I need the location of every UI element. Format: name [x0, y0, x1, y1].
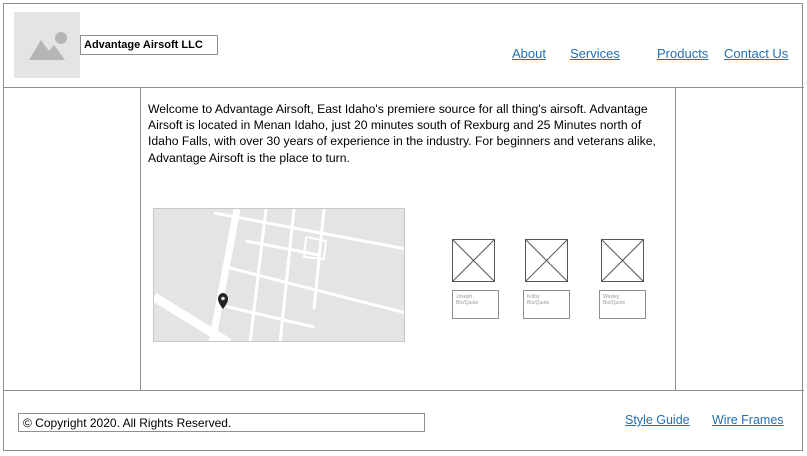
footer-divider [3, 390, 804, 391]
nav-contact-link[interactable]: Contact Us [724, 46, 788, 61]
bio-card-kolby: Kolby Bio/Quote [523, 290, 570, 319]
nav-services-link[interactable]: Services [570, 46, 620, 61]
copyright-text: © Copyright 2020. All Rights Reserved. [18, 413, 425, 432]
person-photo-placeholder-wesley [601, 239, 644, 282]
wire-frames-link[interactable]: Wire Frames [712, 413, 784, 427]
bio-card-joseph: Joseph Bio/Quote [452, 290, 499, 319]
bio-caption: Bio/Quote [456, 300, 479, 306]
nav-about-link[interactable]: About [512, 46, 546, 61]
content-divider-left [140, 87, 141, 391]
person-photo-placeholder-kolby [525, 239, 568, 282]
person-photo-placeholder-joseph [452, 239, 495, 282]
bio-caption: Bio/Quote [603, 300, 626, 306]
company-name: Advantage Airsoft LLC [80, 35, 218, 55]
bio-card-wesley: Wesley Bio/Quote [599, 290, 646, 319]
location-map[interactable] [153, 208, 405, 342]
image-placeholder-icon [29, 32, 67, 60]
style-guide-link[interactable]: Style Guide [625, 413, 690, 427]
nav-products-link[interactable]: Products [657, 46, 708, 61]
welcome-text: Welcome to Advantage Airsoft, East Idaho… [148, 102, 656, 165]
bio-caption: Bio/Quote [527, 300, 550, 306]
map-streets [154, 209, 404, 341]
header: Advantage Airsoft LLC About Services Pro… [3, 3, 804, 88]
logo-placeholder [14, 12, 80, 78]
content-divider-right [675, 87, 676, 391]
